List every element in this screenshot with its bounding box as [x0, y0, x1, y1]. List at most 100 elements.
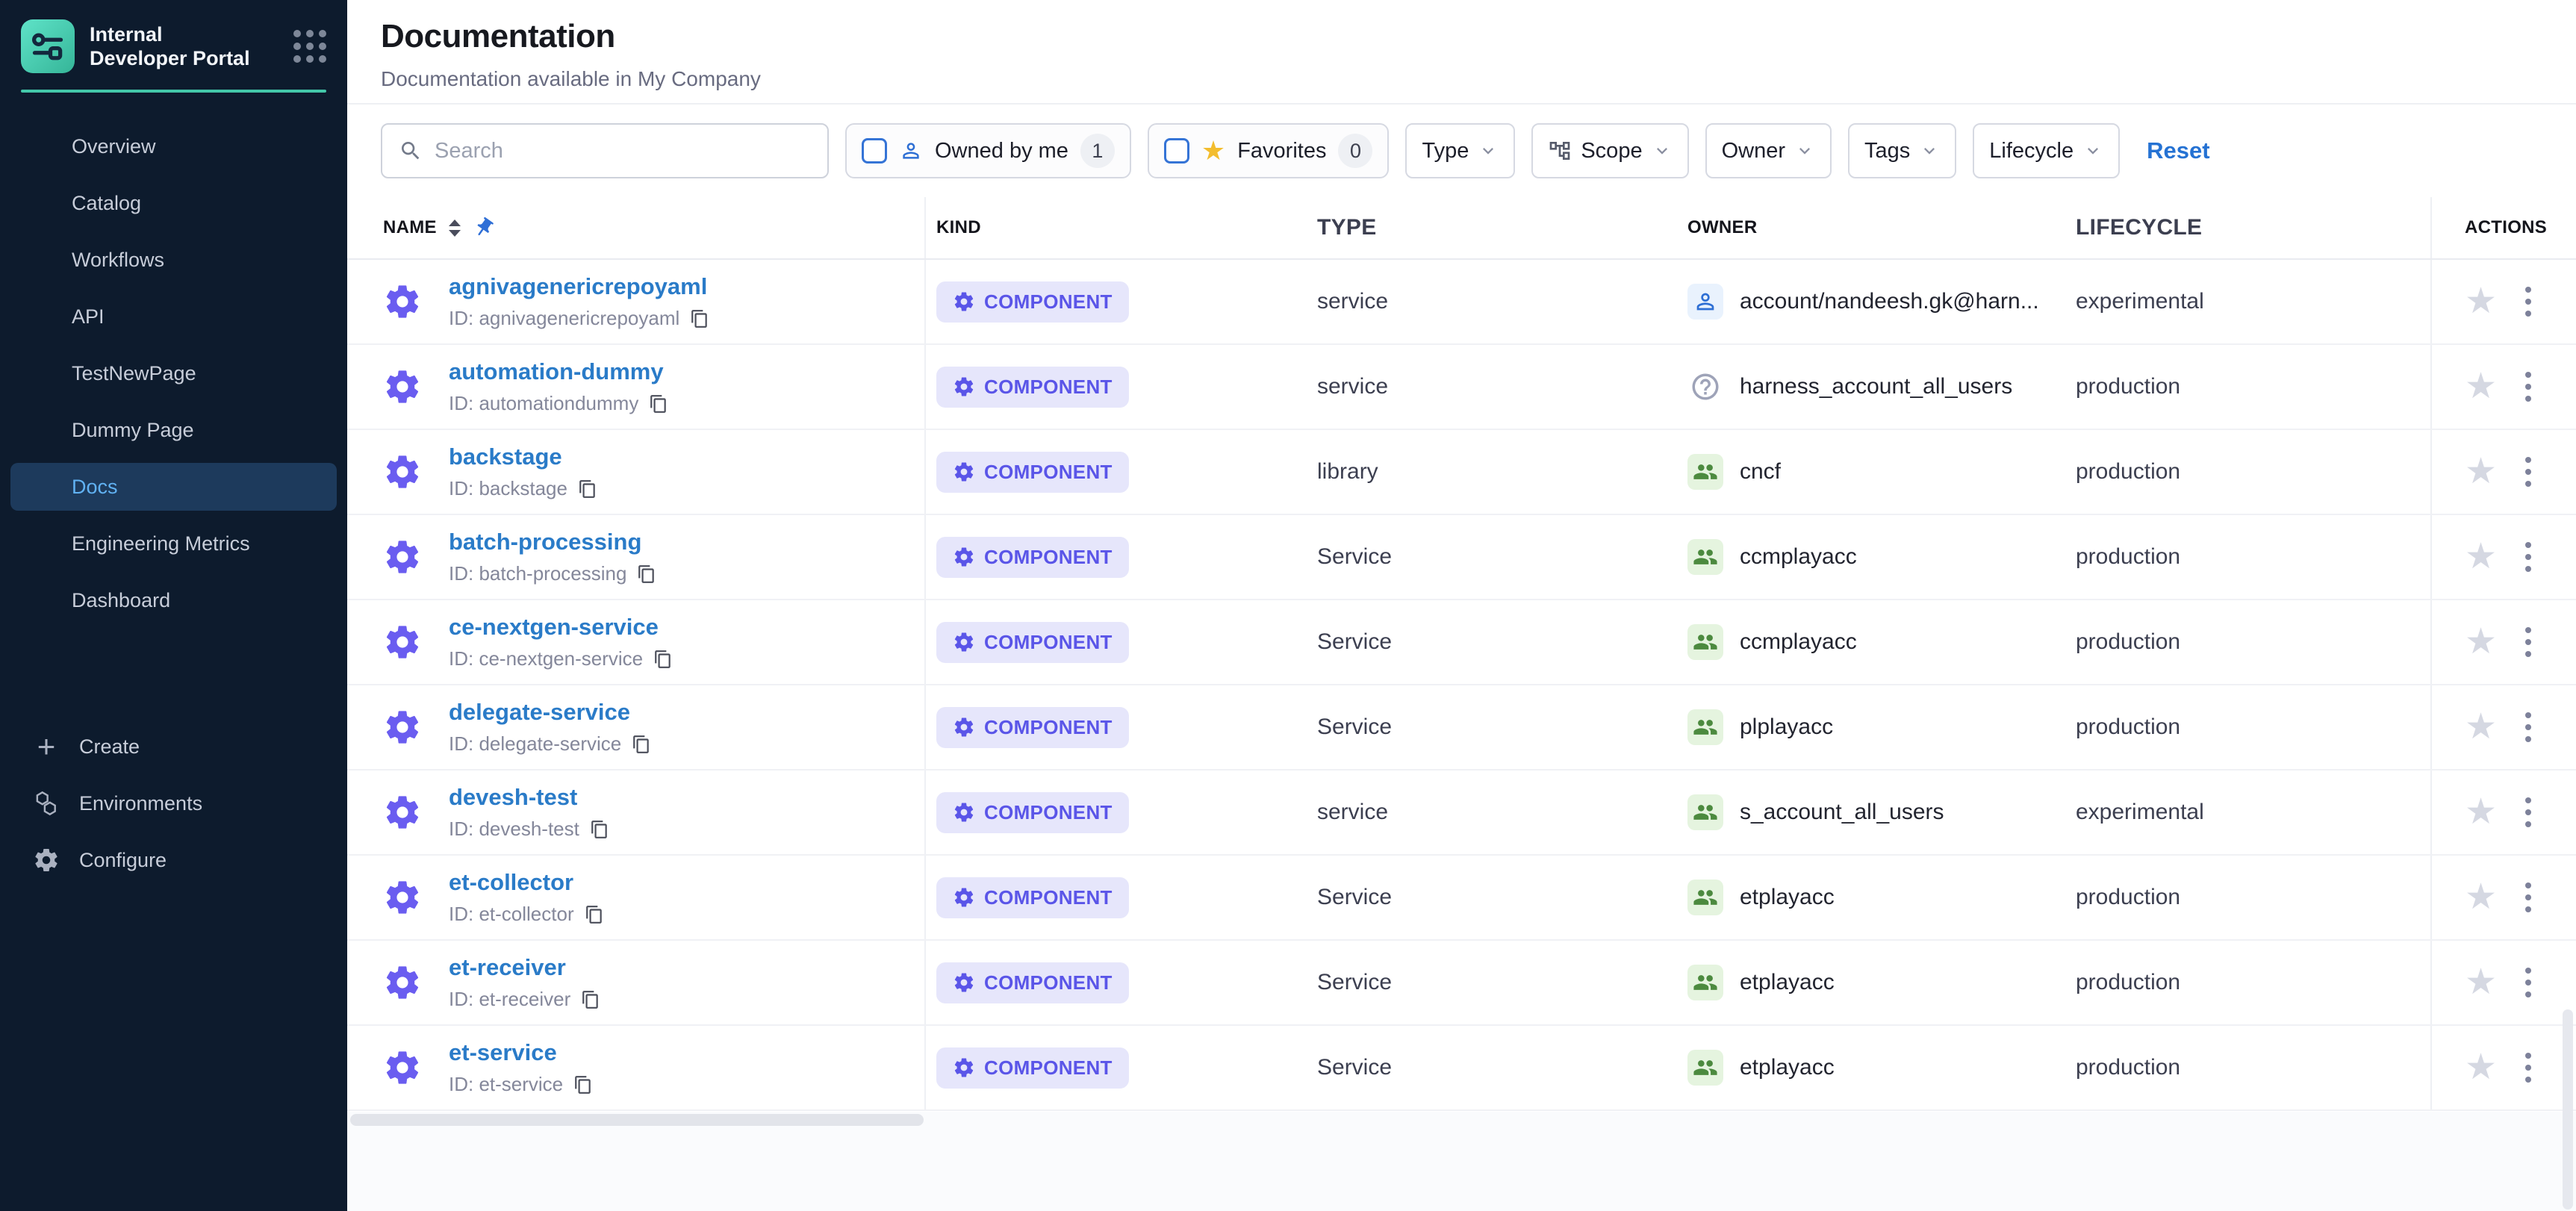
- table-row: et-service ID: et-service COMPONENT Serv…: [347, 1026, 2576, 1111]
- horizontal-scrollbar[interactable]: [350, 1114, 924, 1126]
- kebab-menu-icon[interactable]: [2521, 367, 2536, 406]
- entity-name-link[interactable]: backstage: [449, 443, 597, 470]
- copy-icon[interactable]: [590, 820, 609, 839]
- person-icon: [899, 139, 923, 163]
- type-dropdown[interactable]: Type: [1405, 123, 1515, 178]
- sidebar-item-api[interactable]: API: [10, 293, 337, 340]
- owned-by-me-filter[interactable]: Owned by me 1: [845, 123, 1131, 178]
- copy-icon[interactable]: [585, 905, 604, 924]
- component-gear-icon: [383, 367, 422, 406]
- sidebar-item-workflows[interactable]: Workflows: [10, 236, 337, 284]
- owner-link[interactable]: etplayacc: [1740, 970, 1835, 995]
- col-owner: OWNER: [1681, 197, 2070, 258]
- chevron-down-icon: [1919, 140, 1940, 161]
- owned-by-me-checkbox[interactable]: [862, 138, 887, 164]
- entity-name-link[interactable]: agnivagenericrepoyaml: [449, 273, 709, 300]
- entity-name-link[interactable]: delegate-service: [449, 699, 651, 726]
- copy-icon[interactable]: [653, 650, 673, 669]
- kebab-menu-icon[interactable]: [2521, 1048, 2536, 1087]
- sidebar-item-docs[interactable]: Docs: [10, 463, 337, 511]
- kind-chip: COMPONENT: [936, 792, 1129, 833]
- kebab-menu-icon[interactable]: [2521, 623, 2536, 661]
- entity-id: ID: agnivagenericrepoyaml: [449, 307, 679, 330]
- copy-icon[interactable]: [637, 564, 656, 584]
- scope-dropdown[interactable]: Scope: [1531, 123, 1688, 178]
- owner-link[interactable]: etplayacc: [1740, 885, 1835, 910]
- favorite-star-icon[interactable]: ★: [2465, 709, 2497, 745]
- owner-link[interactable]: ccmplayacc: [1740, 629, 1857, 655]
- copy-icon[interactable]: [690, 309, 709, 329]
- owner-dropdown[interactable]: Owner: [1705, 123, 1832, 178]
- type-value: Service: [1308, 1026, 1681, 1109]
- favorite-star-icon[interactable]: ★: [2465, 794, 2497, 830]
- favorite-star-icon[interactable]: ★: [2465, 965, 2497, 1000]
- entity-name-link[interactable]: batch-processing: [449, 529, 656, 555]
- favorites-label: Favorites: [1237, 139, 1326, 164]
- chevron-down-icon: [1478, 140, 1499, 161]
- owner-link[interactable]: ccmplayacc: [1740, 544, 1857, 570]
- brand: Internal Developer Portal: [0, 0, 347, 90]
- sidebar-item-environments[interactable]: Environments: [10, 779, 337, 827]
- sort-icon[interactable]: [449, 220, 461, 237]
- sidebar-item-catalog[interactable]: Catalog: [10, 179, 337, 227]
- kebab-menu-icon[interactable]: [2521, 452, 2536, 491]
- copy-icon[interactable]: [578, 479, 597, 499]
- kind-chip: COMPONENT: [936, 707, 1129, 748]
- sidebar-item-overview[interactable]: Overview: [10, 122, 337, 170]
- copy-icon[interactable]: [649, 394, 668, 414]
- sidebar-item-engineering-metrics[interactable]: Engineering Metrics: [10, 520, 337, 567]
- copy-icon[interactable]: [573, 1075, 593, 1095]
- group-icon: [1687, 880, 1723, 915]
- kebab-menu-icon[interactable]: [2521, 793, 2536, 832]
- hexagons-icon: [31, 790, 61, 817]
- entity-name-link[interactable]: ce-nextgen-service: [449, 614, 673, 641]
- owner-link[interactable]: plplayacc: [1740, 715, 1833, 740]
- sidebar-item-dummy-page[interactable]: Dummy Page: [10, 406, 337, 454]
- favorite-star-icon[interactable]: ★: [2465, 880, 2497, 915]
- table-row: backstage ID: backstage COMPONENT librar…: [347, 430, 2576, 515]
- favorites-checkbox[interactable]: [1164, 138, 1189, 164]
- owner-link[interactable]: harness_account_all_users: [1740, 374, 2012, 399]
- favorites-filter[interactable]: ★ Favorites 0: [1148, 123, 1390, 178]
- sidebar-item-configure[interactable]: Configure: [10, 836, 337, 884]
- favorite-star-icon[interactable]: ★: [2465, 369, 2497, 405]
- search-input[interactable]: [435, 139, 811, 164]
- sidebar-item-dashboard[interactable]: Dashboard: [10, 576, 337, 624]
- sidebar-item-create[interactable]: + Create: [10, 723, 337, 771]
- owner-link[interactable]: s_account_all_users: [1740, 800, 1944, 825]
- copy-icon[interactable]: [632, 735, 651, 754]
- favorite-star-icon[interactable]: ★: [2465, 539, 2497, 575]
- kebab-menu-icon[interactable]: [2521, 963, 2536, 1002]
- copy-icon[interactable]: [581, 990, 600, 1009]
- sidebar-item-label: Workflows: [72, 249, 164, 272]
- component-gear-icon: [383, 538, 422, 576]
- apps-grid-icon[interactable]: [293, 30, 326, 63]
- sidebar-item-testnewpage[interactable]: TestNewPage: [10, 349, 337, 397]
- owner-link[interactable]: cncf: [1740, 459, 1781, 485]
- search-box[interactable]: [381, 123, 829, 178]
- owner-link[interactable]: account/nandeesh.gk@harn...: [1740, 289, 2039, 314]
- group-icon: [1687, 709, 1723, 745]
- favorite-star-icon[interactable]: ★: [2465, 454, 2497, 490]
- tags-dropdown[interactable]: Tags: [1848, 123, 1956, 178]
- owner-link[interactable]: etplayacc: [1740, 1055, 1835, 1080]
- vertical-scrollbar[interactable]: [2563, 1009, 2573, 1210]
- entity-name-link[interactable]: et-collector: [449, 869, 604, 896]
- favorite-star-icon[interactable]: ★: [2465, 1050, 2497, 1086]
- kebab-menu-icon[interactable]: [2521, 708, 2536, 747]
- favorite-star-icon[interactable]: ★: [2465, 284, 2497, 320]
- kebab-menu-icon[interactable]: [2521, 878, 2536, 917]
- group-icon: [1687, 539, 1723, 575]
- reset-filters-link[interactable]: Reset: [2147, 137, 2209, 164]
- kind-chip: COMPONENT: [936, 452, 1129, 493]
- pin-icon[interactable]: [468, 212, 500, 243]
- entity-name-link[interactable]: automation-dummy: [449, 358, 668, 385]
- entity-name-link[interactable]: et-service: [449, 1039, 593, 1066]
- lifecycle-dropdown[interactable]: Lifecycle: [1973, 123, 2120, 178]
- kebab-menu-icon[interactable]: [2521, 538, 2536, 576]
- app-logo-icon[interactable]: [21, 19, 75, 73]
- favorite-star-icon[interactable]: ★: [2465, 624, 2497, 660]
- entity-name-link[interactable]: et-receiver: [449, 954, 600, 981]
- kebab-menu-icon[interactable]: [2521, 282, 2536, 321]
- entity-name-link[interactable]: devesh-test: [449, 784, 609, 811]
